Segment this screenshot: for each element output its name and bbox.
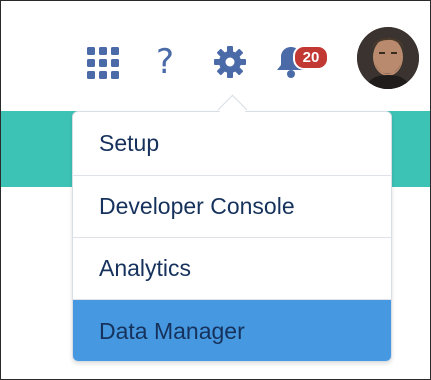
menu-item-data-manager[interactable]: Data Manager bbox=[73, 300, 391, 361]
global-header: ? 20 bbox=[1, 1, 430, 105]
menu-item-analytics[interactable]: Analytics bbox=[73, 238, 391, 300]
menu-item-label: Setup bbox=[99, 130, 160, 156]
menu-item-label: Analytics bbox=[99, 255, 192, 281]
gear-icon bbox=[214, 46, 246, 78]
setup-gear-button[interactable] bbox=[207, 39, 253, 85]
menu-item-developer-console[interactable]: Developer Console bbox=[73, 176, 391, 238]
app-launcher-icon bbox=[87, 47, 119, 79]
user-avatar[interactable] bbox=[357, 27, 419, 89]
app-launcher-button[interactable] bbox=[83, 41, 123, 85]
menu-item-label: Developer Console bbox=[99, 193, 295, 219]
notification-count-badge: 20 bbox=[293, 45, 329, 70]
app-window: ? 20 Setup Developer Console Analytics D… bbox=[0, 0, 431, 380]
setup-menu: Setup Developer Console Analytics Data M… bbox=[72, 111, 392, 362]
help-icon: ? bbox=[155, 42, 175, 82]
help-button[interactable]: ? bbox=[147, 39, 183, 85]
user-photo bbox=[357, 27, 419, 89]
menu-item-label: Data Manager bbox=[99, 317, 245, 344]
